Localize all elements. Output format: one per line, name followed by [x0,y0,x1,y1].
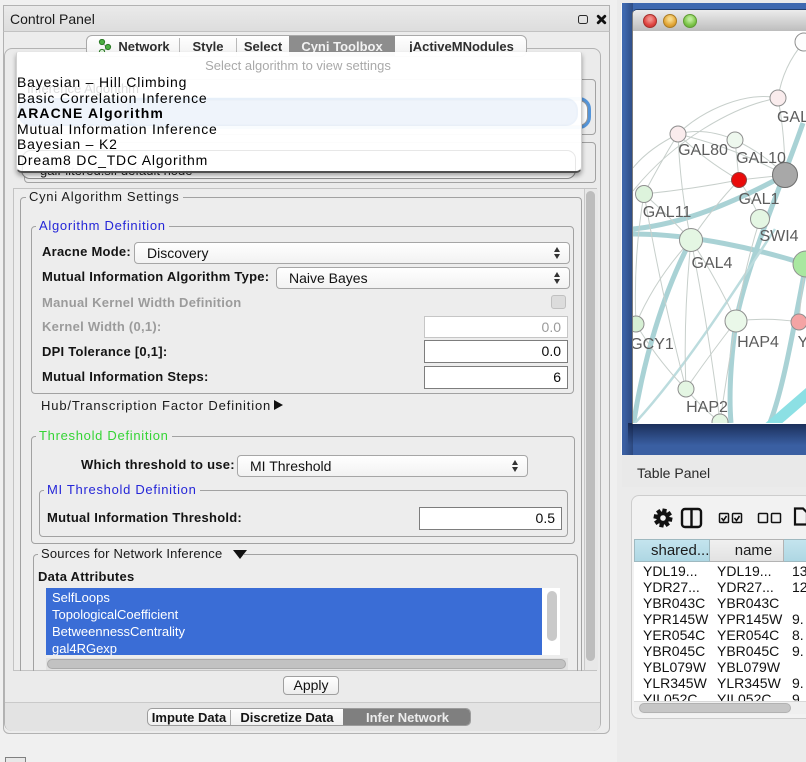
svg-text:Y: Y [798,334,806,351]
svg-text:GAL: GAL [777,109,806,126]
svg-text:GAL1: GAL1 [739,191,780,208]
svg-text:GAL11: GAL11 [643,204,692,221]
svg-text:GAL10: GAL10 [736,150,786,167]
svg-text:HAP4: HAP4 [737,334,779,351]
svg-text:SWI4: SWI4 [759,228,798,245]
svg-text:GAL80: GAL80 [678,142,728,159]
svg-text:HAP2: HAP2 [686,399,728,416]
svg-text:GCY1: GCY1 [633,336,674,353]
svg-text:GAL4: GAL4 [692,255,733,272]
